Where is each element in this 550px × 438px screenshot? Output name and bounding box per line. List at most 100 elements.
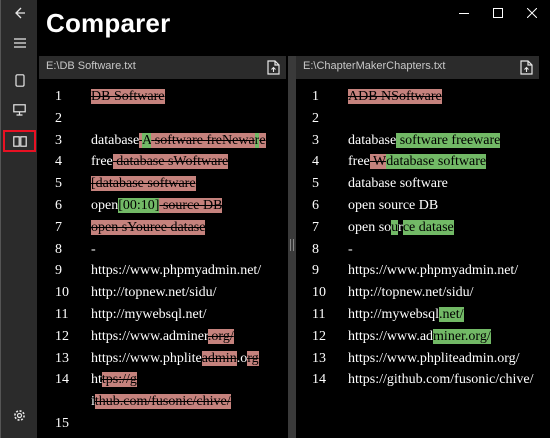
nav-compare-button[interactable] bbox=[3, 130, 36, 152]
line-number: 12 bbox=[312, 328, 326, 344]
unchanged-segment: - bbox=[91, 241, 96, 257]
diff-line: 7 open source datase bbox=[296, 217, 539, 239]
phone-icon bbox=[14, 73, 25, 87]
unchanged-segment: database software bbox=[348, 176, 448, 192]
line-text: - bbox=[91, 239, 96, 261]
line-number: 1 bbox=[312, 89, 319, 104]
open-file-icon bbox=[519, 59, 533, 75]
unchanged-segment: open so bbox=[348, 219, 392, 235]
unchanged-segment: https://www.ad bbox=[348, 328, 434, 344]
line-text: http://mywebsql.net/ bbox=[348, 304, 464, 326]
diff-line: 14 https://github.com/fusonic/chive/ bbox=[296, 369, 539, 391]
line-number: 8 bbox=[55, 241, 62, 257]
removed-segment: source DB bbox=[159, 198, 223, 213]
diff-line: 10 http://topnew.net/sidu/ bbox=[39, 282, 286, 304]
unchanged-segment: free bbox=[348, 154, 370, 170]
line-number: 3 bbox=[312, 132, 319, 148]
hamburger-menu-button[interactable] bbox=[3, 32, 36, 54]
right-file-pane: E:\ChapterMakerChapters.txt 1 ADB NSoftwa… bbox=[296, 56, 539, 438]
line-number: 5 bbox=[312, 176, 319, 192]
unchanged-segment: https://www.phpmyadmin.net/ bbox=[91, 263, 262, 279]
line-text: database A software freNeware bbox=[91, 130, 266, 152]
line-text: - bbox=[348, 239, 353, 261]
splitter-grip-icon bbox=[290, 239, 294, 251]
back-arrow-icon bbox=[14, 7, 25, 19]
minimize-icon bbox=[459, 13, 469, 14]
line-number: 14 bbox=[55, 372, 69, 388]
line-number: 9 bbox=[55, 263, 62, 279]
close-button[interactable] bbox=[515, 3, 549, 23]
nav-desktop-button[interactable] bbox=[3, 99, 36, 121]
line-number: 7 bbox=[312, 219, 319, 235]
line-text: database software freeware bbox=[348, 130, 501, 152]
added-segment: miner.org/ bbox=[433, 328, 491, 344]
settings-button[interactable] bbox=[3, 404, 36, 426]
line-number: 1 bbox=[55, 89, 62, 104]
added-segment: ce datase bbox=[402, 219, 454, 235]
pane-splitter[interactable] bbox=[288, 56, 296, 438]
line-number: 10 bbox=[312, 285, 326, 301]
line-number: 5 bbox=[55, 176, 62, 192]
left-pane-header: E:\DB Software.txt bbox=[39, 56, 286, 79]
added-segment: database software bbox=[386, 154, 487, 170]
right-pane-header: E:\ChapterMakerChapters.txt bbox=[296, 56, 539, 79]
line-text: ithub.com/fusonic/chive/ bbox=[91, 391, 231, 413]
unchanged-segment: ht bbox=[91, 372, 102, 388]
compare-icon bbox=[12, 135, 27, 147]
removed-segment: ADB NSoftware bbox=[348, 89, 442, 104]
diff-line: 12 https://www.adminer.org/ bbox=[296, 326, 539, 348]
diff-line: 7 open sYouree datase bbox=[39, 217, 286, 239]
maximize-button[interactable] bbox=[481, 3, 515, 23]
removed-segment: rg bbox=[247, 350, 259, 366]
diff-line: 4 free database sWoftware bbox=[39, 151, 286, 173]
diff-line: 2 bbox=[39, 108, 286, 130]
line-number: 3 bbox=[55, 132, 62, 148]
left-open-file-button[interactable] bbox=[264, 58, 282, 76]
line-number: 9 bbox=[312, 263, 319, 279]
back-button[interactable] bbox=[3, 2, 36, 24]
nav-phone-button[interactable] bbox=[3, 69, 36, 91]
removed-segment: thub.com/fusonic/chive/ bbox=[94, 394, 231, 410]
diff-line: 2 bbox=[296, 108, 539, 130]
diff-line: 9 https://www.phpmyadmin.net/ bbox=[39, 260, 286, 282]
left-file-pane: E:\DB Software.txt 1 DB Software 2 3 databas… bbox=[39, 56, 286, 438]
line-text: free database sWoftware bbox=[91, 151, 229, 173]
line-number: 4 bbox=[55, 154, 62, 170]
main-area: Comparer E:\DB Software.txt 1 DB Software… bbox=[37, 0, 550, 438]
removed-segment: DB Software bbox=[91, 89, 165, 104]
line-number: 10 bbox=[55, 285, 69, 301]
line-text: DB Software bbox=[91, 86, 165, 108]
line-number: 14 bbox=[312, 372, 326, 388]
close-icon bbox=[527, 8, 537, 18]
desktop-icon bbox=[13, 104, 26, 116]
diff-line: 10 http://topnew.net/sidu/ bbox=[296, 282, 539, 304]
added-segment: .net/ bbox=[439, 307, 464, 322]
diff-line: 12 https://www.adminer.org/ bbox=[39, 326, 286, 348]
app-title: Comparer bbox=[46, 8, 171, 38]
line-number: 11 bbox=[312, 307, 326, 322]
diff-line: 1 ADB NSoftware bbox=[296, 86, 539, 108]
minimize-button[interactable] bbox=[447, 3, 481, 23]
line-number: 12 bbox=[55, 328, 69, 344]
line-text: open sYouree datase bbox=[91, 217, 206, 239]
diff-line: 4 free Wdatabase software bbox=[296, 151, 539, 173]
line-number: 4 bbox=[312, 154, 319, 170]
added-segment: software freeware bbox=[396, 132, 501, 148]
unchanged-segment: free bbox=[91, 154, 113, 170]
diff-line: 11 http://mywebsql.net/ bbox=[296, 304, 539, 326]
added-segment: A bbox=[141, 132, 152, 148]
diff-line: 6 open[00:10] source DB bbox=[39, 195, 286, 217]
unchanged-segment: http://topnew.net/sidu/ bbox=[91, 285, 217, 301]
line-text: https://www.phpliteadmin.org/ bbox=[348, 348, 520, 370]
diff-line: 3 database software freeware bbox=[296, 130, 539, 152]
unchanged-segment: https://www.phpmyadmin.net/ bbox=[348, 263, 519, 279]
unchanged-segment: http://topnew.net/sidu/ bbox=[348, 285, 474, 301]
diff-line: 9 https://www.phpmyadmin.net/ bbox=[296, 260, 539, 282]
diff-line: 1 DB Software bbox=[39, 86, 286, 108]
line-text: http://topnew.net/sidu/ bbox=[91, 282, 216, 304]
removed-segment: open sYouree datase bbox=[91, 219, 206, 235]
unchanged-segment: open bbox=[91, 198, 119, 213]
open-file-icon bbox=[266, 59, 280, 75]
right-open-file-button[interactable] bbox=[517, 58, 535, 76]
unchanged-segment: open source DB bbox=[348, 198, 439, 213]
